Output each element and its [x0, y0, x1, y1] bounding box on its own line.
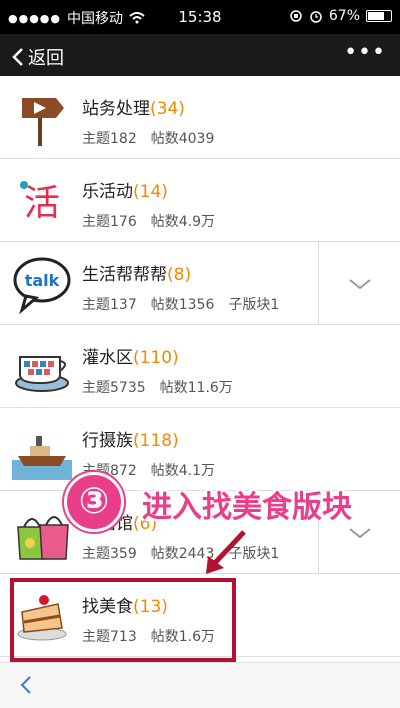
- post-count: 帖数1356: [150, 297, 215, 313]
- chevron-left-icon[interactable]: [14, 673, 38, 697]
- pointer-arrow-icon: [206, 530, 246, 574]
- forum-row-zhanwu[interactable]: 站务处理(34) 主题182 帖数4039: [0, 76, 400, 159]
- forum-title: 灌水区(110): [82, 343, 179, 368]
- topic-count: 主题137: [82, 297, 137, 313]
- back-label: 返回: [28, 48, 64, 69]
- boat-icon: [12, 436, 72, 480]
- topic-count: 主题359: [82, 546, 137, 562]
- forum-count: (118): [133, 431, 179, 451]
- forum-meta: 主题359 帖数2443 子版块1: [82, 543, 293, 563]
- alarm-icon: [310, 11, 322, 23]
- highlight-box: [10, 578, 236, 662]
- forum-name: 灌水区: [82, 348, 133, 368]
- step-annotation: ③ 进入找美食版块: [64, 472, 394, 532]
- rotation-lock-icon: [290, 10, 302, 22]
- back-button[interactable]: 返回: [12, 44, 64, 70]
- teacup-icon: [15, 356, 69, 392]
- forum-meta: 主题137 帖数1356 子版块1: [82, 294, 293, 314]
- nav-bar: 返回 •••: [0, 34, 400, 76]
- subforum-count: 子版块1: [228, 297, 280, 313]
- forum-name: 行摄族: [82, 431, 133, 451]
- forum-count: (8): [167, 265, 192, 285]
- battery-icon: [366, 10, 392, 22]
- forum-meta: 主题5735 帖数11.6万: [82, 377, 247, 397]
- forum-title: 乐活动(14): [82, 177, 168, 202]
- forum-title: 行摄族(118): [82, 426, 179, 451]
- forum-meta: 主题176 帖数4.9万: [82, 211, 229, 231]
- step-number-badge: ③: [64, 472, 124, 532]
- forum-row-shenghuobang[interactable]: talk 生活帮帮帮(8) 主题137 帖数1356 子版块1: [0, 242, 400, 325]
- forum-row-guanshui[interactable]: 灌水区(110) 主题5735 帖数11.6万: [0, 325, 400, 408]
- forum-count: (110): [133, 348, 179, 368]
- forum-title: 生活帮帮帮(8): [82, 260, 191, 285]
- forum-count: (14): [133, 182, 168, 202]
- battery-percent: 67%: [328, 8, 360, 24]
- svg-text:活: 活: [24, 183, 60, 224]
- status-bar: ●●●●● 中国移动 15:38 67%: [0, 0, 400, 34]
- topic-count: 主题182: [82, 131, 137, 147]
- activity-icon: 活: [20, 181, 60, 224]
- topic-count: 主题176: [82, 214, 137, 230]
- shopping-bag-icon: [17, 516, 69, 560]
- chevron-down-icon[interactable]: [340, 272, 380, 296]
- row-divider: [318, 242, 319, 325]
- forum-count: (34): [150, 99, 185, 119]
- talk-bubble-icon: talk: [13, 257, 71, 314]
- post-count: 帖数11.6万: [159, 380, 233, 396]
- step-instruction: 进入找美食版块: [142, 490, 352, 525]
- forum-name: 生活帮帮帮: [82, 265, 167, 285]
- signpost-icon: [22, 98, 64, 146]
- forum-title: 站务处理(34): [82, 94, 185, 119]
- forum-row-lehuodong[interactable]: 活 乐活动(14) 主题176 帖数4.9万: [0, 159, 400, 242]
- forum-name: 站务处理: [82, 99, 150, 119]
- status-right: 67%: [289, 8, 392, 24]
- more-button[interactable]: •••: [344, 40, 386, 65]
- post-count: 帖数4.9万: [150, 214, 215, 230]
- bottom-toolbar: [0, 662, 400, 708]
- talk-icon-text: talk: [25, 271, 60, 290]
- post-count: 帖数4039: [150, 131, 215, 147]
- topic-count: 主题5735: [82, 380, 146, 396]
- forum-name: 乐活动: [82, 182, 133, 202]
- chevron-left-icon: [12, 48, 23, 66]
- forum-meta: 主题182 帖数4039: [82, 128, 228, 148]
